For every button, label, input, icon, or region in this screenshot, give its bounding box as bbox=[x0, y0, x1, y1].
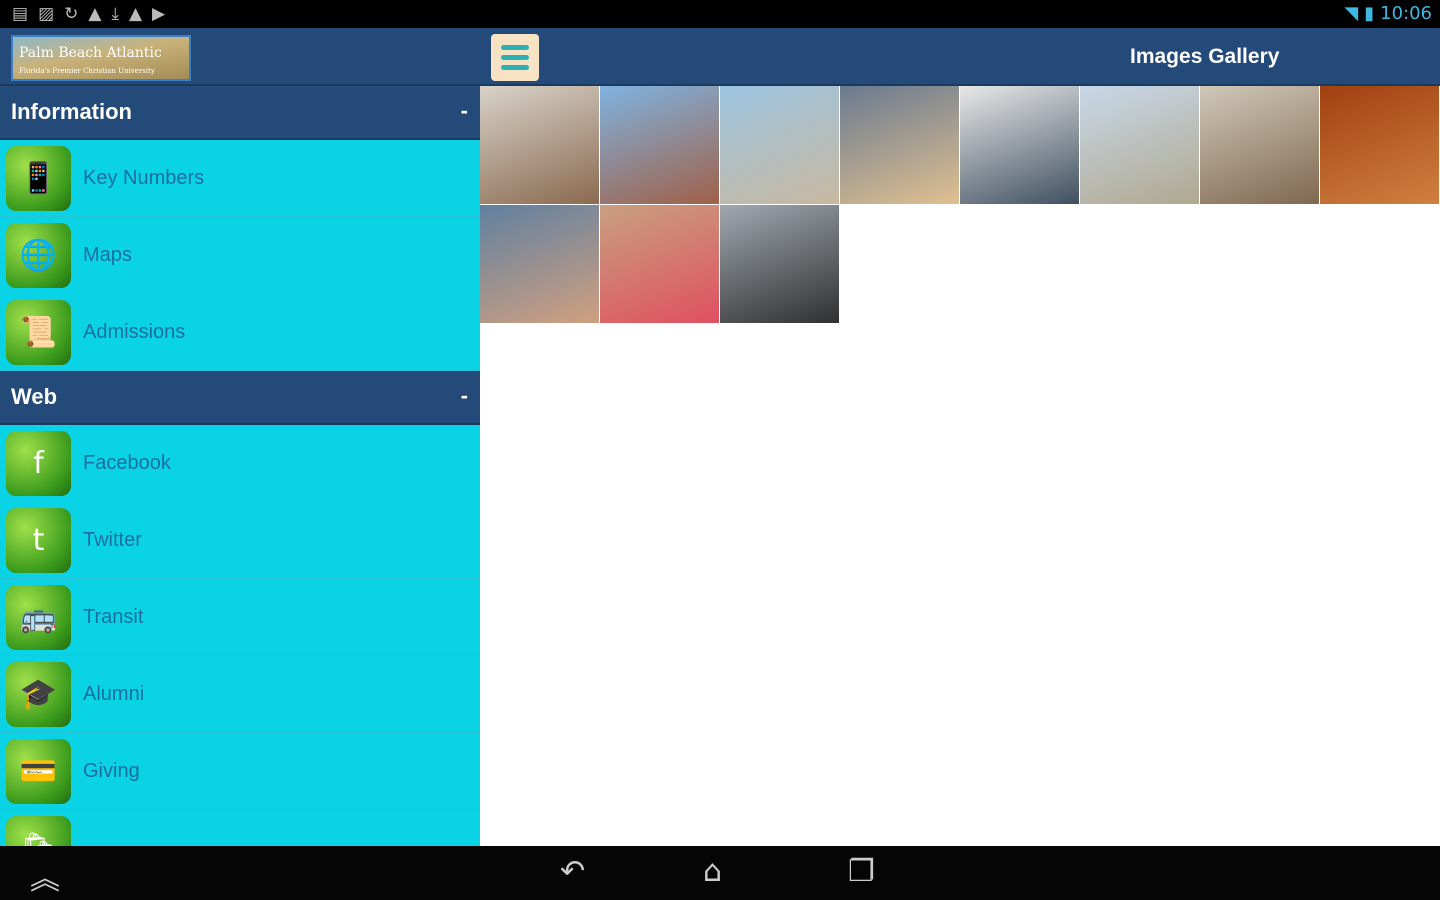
gallery-image[interactable] bbox=[1320, 86, 1440, 205]
gallery-image[interactable] bbox=[960, 86, 1080, 205]
download-icon: ⤓ bbox=[111, 4, 119, 24]
battery-icon: ▮ bbox=[1364, 3, 1375, 24]
section-title: Information bbox=[11, 99, 132, 124]
item-icon: 🌐 bbox=[6, 223, 71, 288]
item-label: Maps bbox=[83, 244, 132, 266]
item-icon: 💳 bbox=[6, 739, 71, 804]
recents-icon[interactable]: ❐ bbox=[848, 854, 875, 889]
item-icon: f bbox=[6, 431, 71, 496]
item-label: Key Numbers bbox=[83, 167, 205, 189]
scroll-up-icon[interactable]: ︽ bbox=[30, 854, 60, 898]
item-icon: t bbox=[6, 508, 71, 573]
back-icon[interactable]: ↶ bbox=[560, 854, 585, 889]
item-label: Admissions bbox=[83, 321, 186, 343]
logo-title: Palm Beach Atlantic bbox=[19, 45, 162, 61]
gallery-image[interactable] bbox=[480, 86, 600, 205]
navigation-bar: ︽ ↶ ⌂ ❐ bbox=[0, 846, 1440, 900]
sidebar-item-twitter[interactable]: t Twitter bbox=[0, 502, 480, 579]
item-icon: 🎓 bbox=[6, 662, 71, 727]
gallery-image[interactable] bbox=[480, 205, 600, 324]
warning-icon: ▲ bbox=[128, 4, 143, 24]
item-label: Giving bbox=[83, 760, 140, 782]
section-title: Web bbox=[11, 384, 58, 409]
sidebar-item-transit[interactable]: 🚌 Transit bbox=[0, 579, 480, 656]
menu-button[interactable] bbox=[491, 34, 539, 81]
item-icon: 📜 bbox=[6, 300, 71, 365]
sidebar-item-more[interactable]: 🛍 bbox=[0, 810, 480, 846]
page-title: Images Gallery bbox=[1130, 45, 1280, 68]
item-label: Twitter bbox=[83, 529, 142, 551]
item-icon: 🚌 bbox=[6, 585, 71, 650]
item-icon: 🛍 bbox=[6, 816, 71, 846]
section-header-web[interactable]: Web - bbox=[0, 371, 480, 425]
logo-subtitle: Florida's Premier Christian University bbox=[19, 67, 155, 75]
play-store-icon: ▶ bbox=[152, 4, 166, 24]
sidebar-item-admissions[interactable]: 📜 Admissions bbox=[0, 294, 480, 371]
app-header: Palm Beach Atlantic Florida's Premier Chr… bbox=[0, 28, 1440, 86]
collapse-toggle[interactable]: - bbox=[461, 98, 468, 124]
item-icon: 📱 bbox=[6, 146, 71, 211]
sidebar-item-alumni[interactable]: 🎓 Alumni bbox=[0, 656, 480, 733]
notification-icons: ▤ ▨ ↻ ▲ ⤓ ▲ ▶ bbox=[12, 4, 165, 24]
sidebar: Information - 📱 Key Numbers 🌐 Maps 📜 Admissions… bbox=[0, 86, 480, 846]
home-icon[interactable]: ⌂ bbox=[703, 854, 722, 889]
image-gallery bbox=[480, 86, 1440, 324]
gallery-image[interactable] bbox=[1200, 86, 1320, 205]
section-header-information[interactable]: Information - bbox=[0, 86, 480, 140]
sidebar-item-facebook[interactable]: f Facebook bbox=[0, 425, 480, 502]
item-label: Transit bbox=[83, 606, 144, 628]
sidebar-item-maps[interactable]: 🌐 Maps bbox=[0, 217, 480, 294]
notes-icon: ▤ bbox=[12, 4, 29, 24]
sidebar-item-giving[interactable]: 💳 Giving bbox=[0, 733, 480, 810]
sidebar-item-key-numbers[interactable]: 📱 Key Numbers bbox=[0, 140, 480, 217]
gallery-image[interactable] bbox=[720, 205, 840, 324]
gallery-image[interactable] bbox=[1080, 86, 1200, 205]
logo[interactable]: Palm Beach Atlantic Florida's Premier Chr… bbox=[11, 35, 191, 81]
clock: 10:06 bbox=[1380, 3, 1432, 24]
sync-icon: ↻ bbox=[64, 4, 79, 24]
item-label: Facebook bbox=[83, 452, 171, 474]
gallery-image[interactable] bbox=[600, 86, 720, 205]
collapse-toggle[interactable]: - bbox=[461, 383, 468, 409]
status-bar: ▤ ▨ ↻ ▲ ⤓ ▲ ▶ ◥ ▮ 10:06 bbox=[0, 0, 1440, 28]
warning-icon: ▲ bbox=[88, 4, 102, 24]
item-label: Alumni bbox=[83, 683, 145, 705]
image-icon: ▨ bbox=[38, 4, 55, 24]
gallery-image[interactable] bbox=[840, 86, 960, 205]
wifi-icon: ◥ bbox=[1344, 3, 1359, 24]
gallery-image[interactable] bbox=[600, 205, 720, 324]
gallery-image[interactable] bbox=[720, 86, 840, 205]
